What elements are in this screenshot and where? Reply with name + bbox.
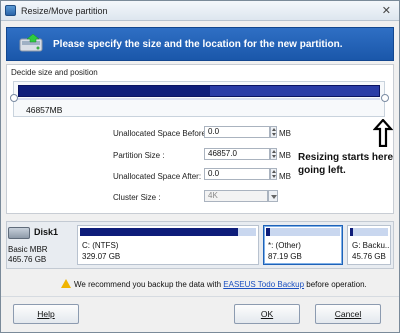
hard-disk-icon: [8, 227, 30, 239]
banner-text: Please specify the size and the location…: [53, 39, 343, 50]
partition-size: 329.07 GB: [82, 252, 121, 261]
partition-bar-shadow: [18, 98, 380, 100]
partition-usage-bar: [80, 228, 256, 236]
ok-button[interactable]: OK: [234, 304, 300, 324]
resize-move-dialog: Resize/Move partition ✕ Please specify t…: [0, 0, 400, 333]
unallocated-before-input[interactable]: 0.0: [204, 126, 270, 138]
partition-bar-remaining: [210, 86, 379, 96]
todo-backup-link[interactable]: EASEUS Todo Backup: [223, 280, 304, 289]
disk-info: Disk1 Basic MBR 465.76 GB: [8, 225, 68, 265]
help-button[interactable]: Help: [13, 304, 79, 324]
partition-usage-fill: [350, 228, 353, 236]
unallocated-before-unit: MB: [279, 129, 291, 138]
right-resize-handle[interactable]: [381, 94, 389, 102]
app-icon: [5, 5, 16, 16]
unallocated-after-label: Unallocated Space After:: [113, 172, 202, 181]
cancel-button[interactable]: Cancel: [315, 304, 381, 324]
unallocated-before-spinner[interactable]: [270, 126, 277, 138]
chevron-down-icon: [268, 190, 278, 202]
partition-resize-slider[interactable]: 46857MB: [13, 81, 385, 117]
unallocated-after-spinner[interactable]: [270, 168, 277, 180]
cancel-button-label: Cancel: [334, 309, 362, 319]
partition-size-field-label: Partition Size :: [113, 151, 165, 160]
partition-label: C: (NTFS): [82, 241, 119, 250]
ok-button-label: OK: [260, 309, 274, 319]
partition-size-unit: MB: [279, 151, 291, 160]
window-title: Resize/Move partition: [21, 6, 108, 16]
warning-prefix: We recommend you backup the data with: [74, 280, 224, 289]
backup-warning: We recommend you backup the data with EA…: [61, 279, 367, 289]
left-resize-handle[interactable]: [10, 94, 18, 102]
partition-bar-used: [19, 86, 210, 96]
instruction-banner: Please specify the size and the location…: [6, 27, 394, 61]
disk-name: Disk1: [34, 227, 59, 237]
partition-other[interactable]: *: (Other) 87.19 GB: [263, 225, 343, 265]
partition-size-label: 46857MB: [26, 105, 63, 115]
partition-usage-bar: [350, 228, 388, 236]
cluster-size-select: 4K: [204, 190, 268, 202]
partition-g[interactable]: G: Backu.. 45.76 GB: [347, 225, 391, 265]
partition-usage-fill: [80, 228, 238, 236]
help-button-label: Help: [37, 309, 55, 319]
close-icon[interactable]: ✕: [382, 4, 391, 17]
partition-label: G: Backu..: [352, 241, 390, 250]
partition-label: *: (Other): [268, 241, 301, 250]
warning-icon: [61, 279, 71, 288]
partition-c[interactable]: C: (NTFS) 329.07 GB: [77, 225, 259, 265]
disk-type: Basic MBR: [8, 245, 48, 254]
group-legend: Decide size and position: [11, 68, 98, 77]
unallocated-after-unit: MB: [279, 172, 291, 181]
partition-usage-fill: [266, 228, 270, 236]
partition-bar[interactable]: [18, 85, 380, 97]
disk-partition-icon: [19, 34, 43, 52]
title-bar: Resize/Move partition ✕: [1, 1, 399, 21]
partition-size: 87.19 GB: [268, 252, 302, 261]
partition-size-input[interactable]: 46857.0: [204, 148, 270, 160]
partition-usage-bar: [266, 228, 340, 236]
partition-size: 45.76 GB: [352, 252, 386, 261]
resize-annotation: Resizing starts here going left.: [298, 152, 394, 176]
warning-suffix: before operation.: [304, 280, 367, 289]
partition-size-spinner[interactable]: [270, 148, 277, 160]
unallocated-before-label: Unallocated Space Before:: [113, 129, 209, 138]
arrow-up-icon: [373, 119, 393, 147]
unallocated-after-input[interactable]: 0.0: [204, 168, 270, 180]
disk-size: 465.76 GB: [8, 255, 47, 264]
cluster-size-label: Cluster Size :: [113, 193, 161, 202]
